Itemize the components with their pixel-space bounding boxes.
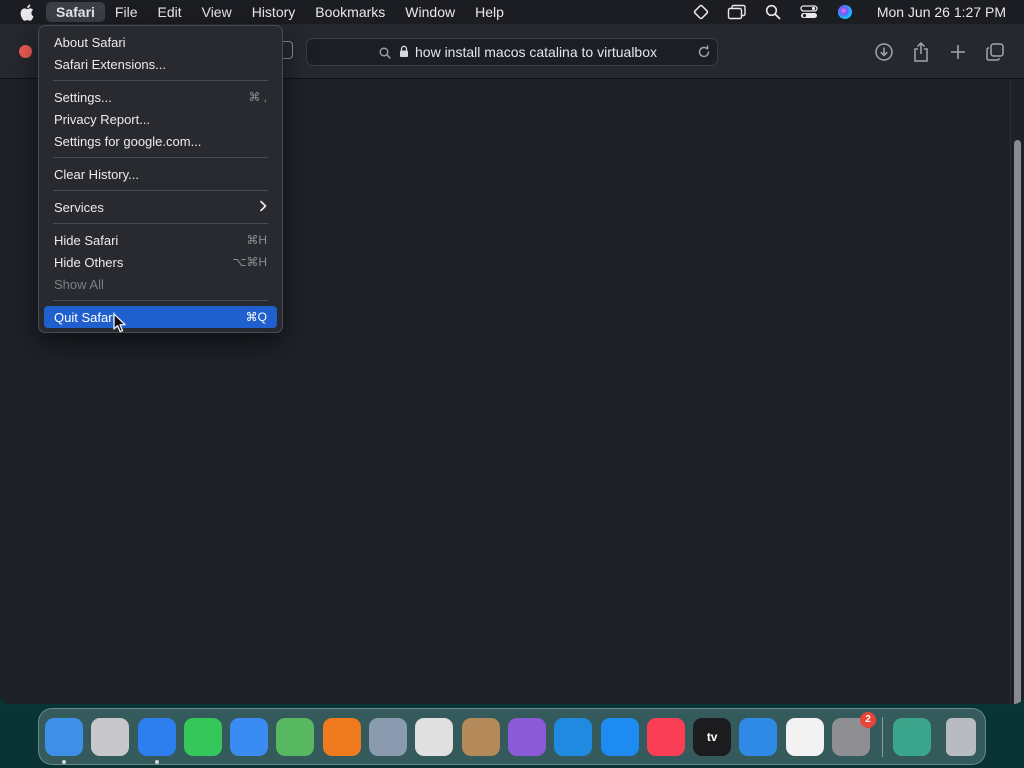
menu-separator <box>53 190 268 191</box>
dock-app-vscode-icon[interactable] <box>554 717 593 756</box>
chevron-right-icon <box>259 200 267 215</box>
menu-item-label: Quit Safari <box>54 309 116 325</box>
menu-item-label: Hide Safari <box>54 232 119 248</box>
screen-mirroring-icon[interactable] <box>727 3 747 21</box>
menu-item-clear-history[interactable]: Clear History... <box>44 163 277 185</box>
mouse-cursor-icon <box>113 313 126 338</box>
status-area: Mon Jun 26 1:27 PM <box>691 0 1006 24</box>
tab-overview-icon[interactable] <box>984 41 1006 63</box>
menu-item-shortcut: ⌘H <box>246 233 267 247</box>
dock-app-finder-icon[interactable] <box>45 717 83 764</box>
siri-icon[interactable] <box>835 3 855 21</box>
menu-separator <box>53 80 268 81</box>
menu-item-services[interactable]: Services <box>44 196 277 218</box>
menu-edit[interactable]: Edit <box>147 2 191 22</box>
url-text: how install macos catalina to virtualbox <box>415 44 658 60</box>
lock-icon <box>399 45 409 61</box>
dock-app-messages-icon[interactable] <box>183 717 222 756</box>
dock-app-sparkle-app-icon[interactable] <box>893 717 932 756</box>
menu-item-show-all: Show All <box>44 273 277 295</box>
spotlight-search-icon[interactable] <box>763 3 783 21</box>
dock: tv 2 <box>38 708 986 765</box>
dock-app-system-settings-icon[interactable]: 2 <box>832 711 877 756</box>
dock-app-visual-studio-icon[interactable] <box>507 717 546 756</box>
menu-item-hide-safari[interactable]: Hide Safari ⌘H <box>44 229 277 251</box>
scrollbar-track[interactable] <box>1010 80 1024 704</box>
running-indicator <box>154 759 159 764</box>
downloads-icon[interactable] <box>873 41 895 63</box>
dock-app-apple-tv-icon[interactable]: tv <box>693 717 732 756</box>
address-bar[interactable]: how install macos catalina to virtualbox <box>306 38 718 66</box>
notification-badge: 2 <box>860 711 877 728</box>
dock-app-contacts-icon[interactable] <box>461 717 500 756</box>
menu-bar: Safari File Edit View History Bookmarks … <box>0 0 1024 24</box>
dock-app-music-icon[interactable] <box>646 717 685 756</box>
menu-file[interactable]: File <box>105 2 148 22</box>
dock-app-mail-icon[interactable] <box>230 717 269 756</box>
running-indicator <box>62 759 66 764</box>
dock-app-news-icon[interactable] <box>785 717 824 756</box>
menu-separator <box>53 223 268 224</box>
menu-item-label: Settings... <box>54 89 112 105</box>
menu-separator <box>53 157 268 158</box>
menu-bookmarks[interactable]: Bookmarks <box>305 2 395 22</box>
new-tab-icon[interactable] <box>947 41 969 63</box>
safari-menu-dropdown: About Safari Safari Extensions... Settin… <box>38 25 283 333</box>
menu-item-about-safari[interactable]: About Safari <box>44 31 277 53</box>
menu-item-privacy-report[interactable]: Privacy Report... <box>44 108 277 130</box>
dock-app-label: tv <box>706 729 718 744</box>
search-icon <box>379 46 391 62</box>
menu-safari[interactable]: Safari <box>46 2 105 22</box>
menu-item-shortcut: ⌥⌘H <box>232 255 268 269</box>
scrollbar-thumb[interactable] <box>1014 140 1021 704</box>
menu-window[interactable]: Window <box>395 2 465 22</box>
dock-app-keynote-icon[interactable] <box>739 717 778 756</box>
menu-item-label: Services <box>54 199 104 215</box>
menu-item-label: Clear History... <box>54 166 139 182</box>
menu-item-label: Safari Extensions... <box>54 56 166 72</box>
menu-item-label: Show All <box>54 276 104 292</box>
dock-app-safari-icon[interactable] <box>137 717 176 764</box>
dock-app-launchpad-icon[interactable] <box>91 717 130 756</box>
menu-item-quit-safari[interactable]: Quit Safari ⌘Q <box>44 306 277 328</box>
dock-app-disk-utility-icon[interactable] <box>369 717 408 756</box>
menu-item-settings[interactable]: Settings... ⌘ , <box>44 86 277 108</box>
share-icon[interactable] <box>910 41 932 63</box>
reload-icon[interactable] <box>697 45 711 62</box>
menu-view[interactable]: View <box>192 2 242 22</box>
dock-app-app-store-icon[interactable] <box>600 717 639 756</box>
dock-app-chrome-icon[interactable] <box>415 717 454 756</box>
menu-item-label: About Safari <box>54 34 126 50</box>
apple-menu-icon[interactable] <box>18 3 36 21</box>
control-center-icon[interactable] <box>799 3 819 21</box>
menu-history[interactable]: History <box>242 2 306 22</box>
dock-app-trash-icon[interactable] <box>945 717 976 756</box>
window-close-button[interactable] <box>19 45 32 58</box>
menu-item-hide-others[interactable]: Hide Others ⌥⌘H <box>44 251 277 273</box>
menu-item-shortcut: ⌘Q <box>245 310 267 324</box>
menu-item-label: Hide Others <box>54 254 124 270</box>
dock-divider <box>882 716 884 757</box>
menu-item-label: Settings for google.com... <box>54 133 202 149</box>
menubar-clock[interactable]: Mon Jun 26 1:27 PM <box>877 4 1006 20</box>
menu-separator <box>53 300 268 301</box>
menu-help[interactable]: Help <box>465 2 514 22</box>
menu-item-shortcut: ⌘ , <box>248 90 267 104</box>
dock-app-maps-icon[interactable] <box>276 717 315 756</box>
menu-item-safari-extensions[interactable]: Safari Extensions... <box>44 53 277 75</box>
dock-app-firefox-icon[interactable] <box>322 717 361 756</box>
vpn-diamond-icon[interactable] <box>691 3 711 21</box>
menu-item-label: Privacy Report... <box>54 111 151 127</box>
menu-item-settings-for-site[interactable]: Settings for google.com... <box>44 130 277 152</box>
